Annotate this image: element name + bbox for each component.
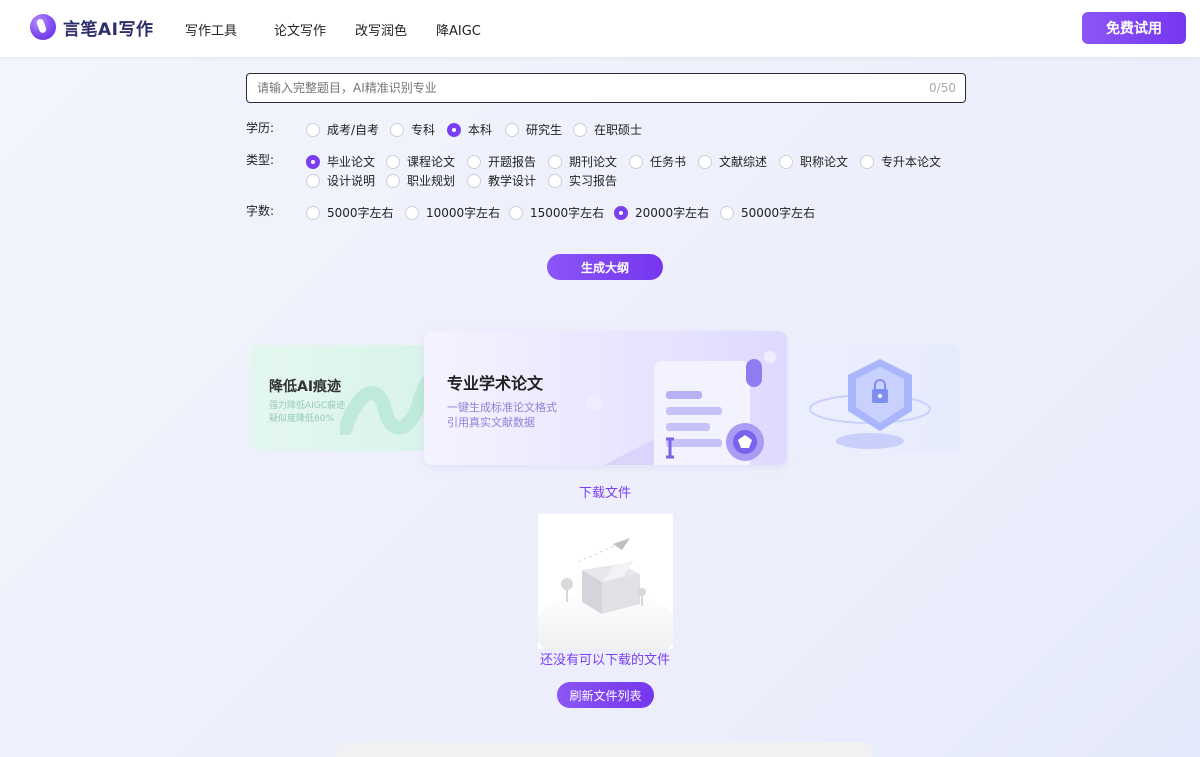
carousel-card-academic-paper[interactable]: 专业学术论文 一键生成标准论文格式 引用真实文献数据 (424, 331, 787, 465)
topic-input[interactable] (247, 74, 965, 102)
words-option-15000[interactable]: 15000字左右 (509, 204, 604, 221)
carousel-card-reduce-ai[interactable]: 降低AI痕迹 强力降低AIGC痕迹 疑似度降低60% (250, 345, 450, 451)
carousel-left-desc: 强力降低AIGC痕迹 疑似度降低60% (269, 401, 346, 424)
radio-checked-icon (447, 122, 461, 137)
type-option-task-book[interactable]: 任务书 (629, 153, 686, 170)
type-option-upgrade-paper[interactable]: 专升本论文 (860, 153, 941, 170)
radio-icon (779, 154, 793, 169)
generate-outline-button[interactable]: 生成大纲 (547, 254, 663, 280)
radio-icon (698, 154, 712, 169)
nav-rewrite-polish[interactable]: 改写润色 (355, 20, 407, 39)
education-option-junior-college[interactable]: 专科 (390, 121, 435, 138)
carousel-left-title: 降低AI痕迹 (269, 379, 342, 395)
radio-icon (386, 154, 400, 169)
words-option-50000[interactable]: 50000字左右 (720, 204, 815, 221)
radio-icon (405, 205, 419, 220)
education-label: 学历: (246, 121, 275, 135)
education-option-bachelor[interactable]: 本科 (447, 121, 492, 138)
empty-state-illustration (534, 514, 678, 667)
radio-checked-icon (614, 205, 628, 220)
radio-icon (505, 122, 519, 137)
nav-paper-writing[interactable]: 论文写作 (274, 20, 326, 39)
free-trial-button[interactable]: 免费试用 (1082, 12, 1186, 44)
radio-icon (306, 122, 320, 137)
logo[interactable]: 言笔AI写作 (30, 14, 153, 40)
carousel-card-security[interactable] (770, 345, 960, 451)
type-option-design-notes[interactable]: 设计说明 (306, 172, 375, 189)
words-option-5000[interactable]: 5000字左右 (306, 204, 394, 221)
char-counter: 0/50 (929, 81, 956, 95)
empty-state-text: 还没有可以下载的文件 (539, 653, 670, 668)
radio-icon (548, 154, 562, 169)
radio-icon (467, 154, 481, 169)
radio-icon (467, 173, 481, 188)
logo-pen-icon (30, 14, 56, 40)
radio-icon (548, 173, 562, 188)
shield-lock-illustration-icon (809, 359, 931, 449)
radio-icon (720, 205, 734, 220)
type-option-graduation-thesis[interactable]: 毕业论文 (306, 153, 375, 170)
bottom-panel (336, 742, 872, 757)
type-option-literature-review[interactable]: 文献综述 (698, 153, 767, 170)
type-option-course-paper[interactable]: 课程论文 (386, 153, 455, 170)
words-label: 字数: (246, 204, 275, 218)
radio-icon (509, 205, 523, 220)
radio-icon (860, 154, 874, 169)
top-header: 言笔AI写作 写作工具 论文写作 改写润色 降AIGC 免费试用 (0, 0, 1200, 57)
topic-input-wrapper: 0/50 (246, 73, 966, 103)
type-label: 类型: (246, 153, 275, 167)
words-option-10000[interactable]: 10000字左右 (405, 204, 500, 221)
type-option-teaching-design[interactable]: 教学设计 (467, 172, 536, 189)
type-option-proposal[interactable]: 开题报告 (467, 153, 536, 170)
radio-icon (306, 205, 320, 220)
type-option-title-paper[interactable]: 职称论文 (779, 153, 848, 170)
type-option-internship-report[interactable]: 实习报告 (548, 172, 617, 189)
radio-icon (573, 122, 587, 137)
education-option-in-service-master[interactable]: 在职硕士 (573, 121, 642, 138)
words-option-20000[interactable]: 20000字左右 (614, 204, 709, 221)
radio-icon (386, 173, 400, 188)
radio-icon (629, 154, 643, 169)
nav-reduce-aigc[interactable]: 降AIGC (436, 20, 481, 39)
download-section-title: 下载文件 (578, 486, 631, 501)
type-option-career-plan[interactable]: 职业规划 (386, 172, 455, 189)
education-option-graduate[interactable]: 研究生 (505, 121, 562, 138)
radio-icon (306, 173, 320, 188)
type-option-journal[interactable]: 期刊论文 (548, 153, 617, 170)
document-illustration-icon (586, 351, 776, 465)
refresh-file-list-button[interactable]: 刷新文件列表 (557, 682, 654, 708)
radio-icon (390, 122, 404, 137)
education-option-adult[interactable]: 成考/自考 (306, 121, 379, 138)
empty-box-icon (534, 538, 678, 667)
logo-text: 言笔AI写作 (63, 19, 154, 40)
radio-checked-icon (306, 154, 320, 169)
nav-writing-tools[interactable]: 写作工具 (185, 20, 237, 39)
